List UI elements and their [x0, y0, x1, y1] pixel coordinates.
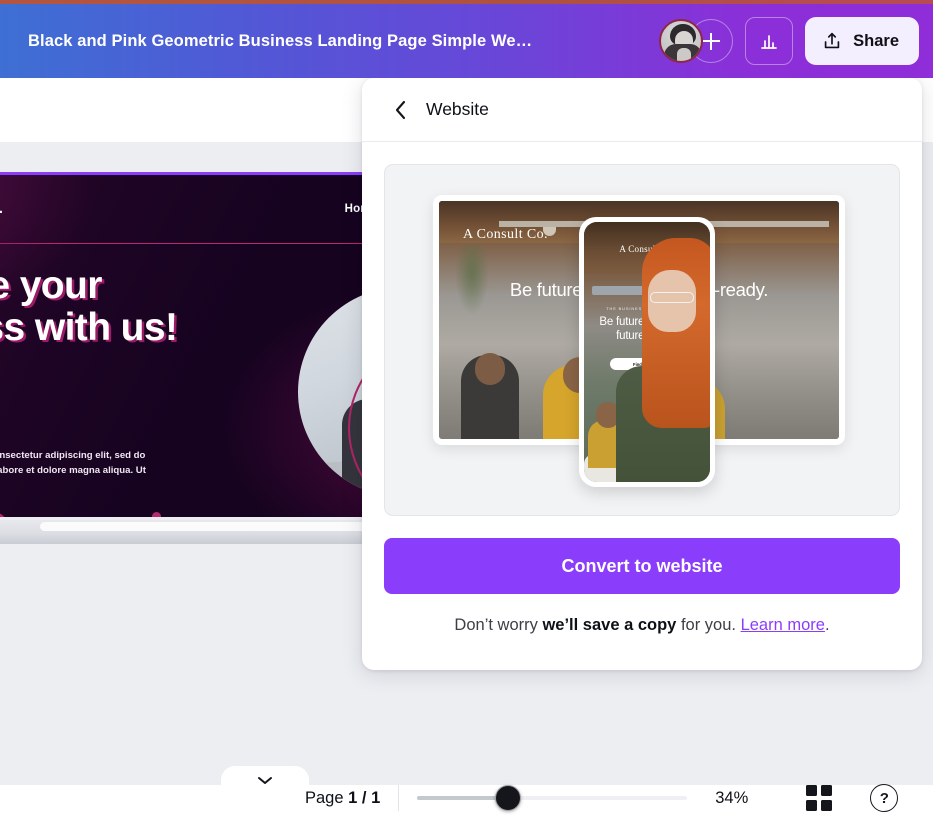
avatar[interactable]: [659, 19, 704, 63]
website-panel-body: A Consult Co. THE BUSINESS OF TOMORROW B…: [362, 142, 922, 657]
convert-to-website-button[interactable]: Convert to website: [384, 538, 900, 594]
help-question-icon[interactable]: ?: [870, 784, 899, 812]
website-panel: Website A Consult Co. Be future-ready. A…: [362, 78, 922, 670]
panel-back-button[interactable]: [384, 93, 418, 127]
design-dot-decoration: [152, 512, 161, 517]
note-middle: for you.: [676, 616, 741, 634]
top-accent-line: [0, 0, 933, 4]
note-prefix: Don’t worry: [454, 616, 543, 634]
page-indicator[interactable]: Page 1 / 1: [305, 789, 380, 808]
canva-editor-window: Black and Pink Geometric Business Landin…: [0, 0, 933, 826]
learn-more-link[interactable]: Learn more: [741, 616, 825, 634]
zoom-slider[interactable]: [417, 783, 688, 813]
note-suffix: .: [824, 616, 830, 634]
phone-mockup: A Consult Co. THE BUSINESS OF TOMORROW B…: [579, 217, 715, 487]
website-panel-header: Website: [362, 78, 922, 142]
share-upload-icon: [824, 32, 840, 49]
collaborators-group: [659, 19, 734, 63]
share-label: Share: [853, 31, 899, 50]
design-brand: Wardiere Inc.: [0, 201, 3, 217]
note-bold: we’ll save a copy: [542, 616, 677, 634]
website-preview-card: A Consult Co. THE BUSINESS OF TOMORROW B…: [384, 164, 900, 516]
header-actions: Share: [659, 17, 919, 65]
zoom-slider-fill: [417, 796, 508, 800]
page-value: 1 / 1: [348, 788, 381, 807]
bottom-bar: Page 1 / 1 34% ?: [0, 770, 933, 826]
bottom-bar-divider: [398, 785, 400, 811]
app-header: Black and Pink Geometric Business Landin…: [0, 4, 933, 78]
desktop-mockup-logo: A Consult Co.: [463, 227, 548, 242]
save-copy-note: Don’t worry we’ll save a copy for you. L…: [384, 616, 900, 635]
page-label: Page: [305, 788, 344, 807]
design-headline: Increase your Business with us!: [0, 264, 178, 349]
bar-chart-icon: [761, 35, 777, 49]
grid-view-icon[interactable]: [806, 785, 833, 811]
share-button[interactable]: Share: [805, 17, 919, 65]
panel-title: Website: [426, 99, 489, 119]
zoom-value[interactable]: 34%: [715, 789, 748, 808]
zoom-slider-thumb[interactable]: [495, 785, 522, 811]
insights-button[interactable]: [745, 17, 794, 65]
chevron-left-icon: [395, 100, 406, 119]
design-cta-button: REGISTER NOW: [0, 512, 7, 517]
document-title[interactable]: Black and Pink Geometric Business Landin…: [28, 32, 532, 51]
design-body-text: Lorem ipsum dolor sit amet, consectetur …: [0, 450, 146, 476]
